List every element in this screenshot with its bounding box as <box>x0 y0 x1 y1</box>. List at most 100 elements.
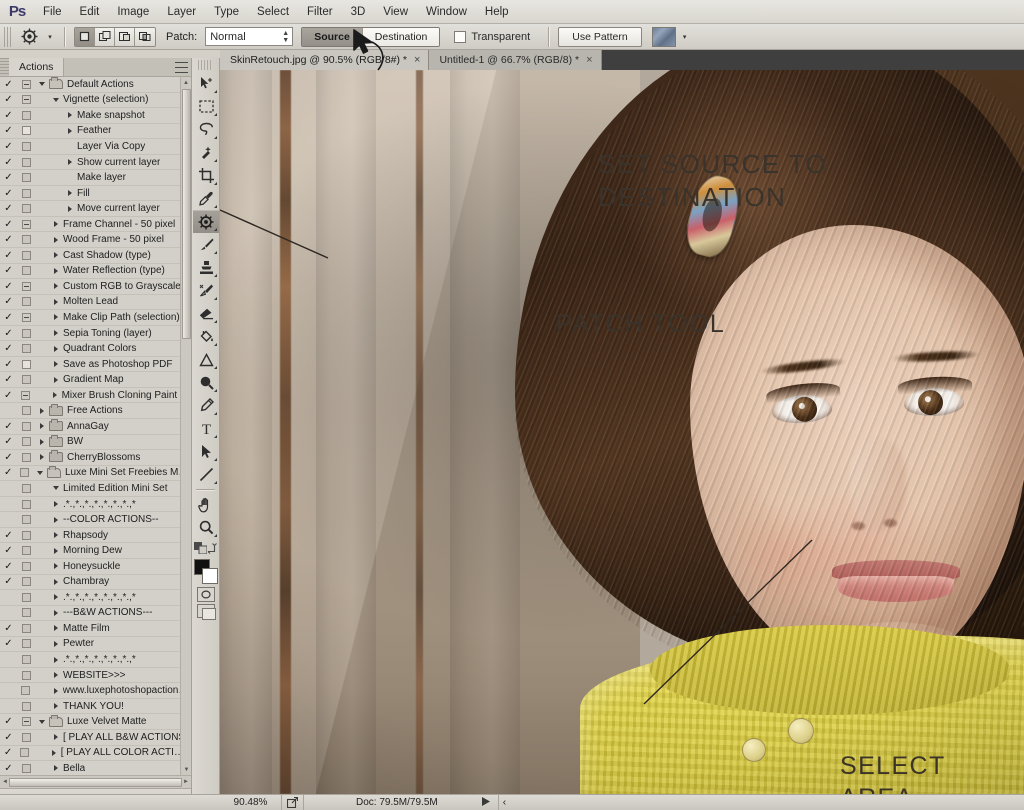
expand-triangle-right-icon[interactable] <box>47 749 60 756</box>
close-icon[interactable]: × <box>414 54 420 66</box>
action-row[interactable]: Free Actions <box>0 403 191 420</box>
menu-view[interactable]: View <box>374 0 417 24</box>
action-row[interactable]: ✓ Luxe Velvet Matte <box>0 714 191 730</box>
action-toggle-checkbox[interactable]: ✓ <box>0 732 17 743</box>
action-row[interactable]: ✓ Feather <box>0 124 191 140</box>
action-toggle-checkbox[interactable]: ✓ <box>0 312 17 323</box>
action-row[interactable]: ✓ Luxe Mini Set Freebies May... <box>0 465 191 482</box>
action-dialog-toggle[interactable] <box>17 141 35 151</box>
action-toggle-checkbox[interactable]: ✓ <box>0 110 17 121</box>
action-dialog-toggle[interactable] <box>17 328 35 338</box>
pattern-chevron-icon[interactable]: ▾ <box>680 33 690 41</box>
action-row[interactable]: ✓ Water Reflection (type) <box>0 264 191 280</box>
h-scroll-left-icon[interactable]: ◄ <box>2 779 8 785</box>
crop-tool[interactable] <box>193 164 219 187</box>
action-row[interactable]: ✓ Cast Shadow (type) <box>0 248 191 264</box>
expand-triangle-right-icon[interactable] <box>63 190 77 197</box>
action-dialog-toggle[interactable] <box>17 406 35 416</box>
action-row[interactable]: .*.,*.,*.,*.,*.,*.,*.,* <box>0 652 191 668</box>
zoom-tool[interactable] <box>193 516 219 539</box>
menu-file[interactable]: File <box>34 0 71 24</box>
action-toggle-checkbox[interactable]: ✓ <box>0 328 17 339</box>
action-row[interactable]: ✓ Wood Frame - 50 pixel <box>0 232 191 249</box>
use-pattern-button[interactable]: Use Pattern <box>558 26 642 47</box>
action-row[interactable]: ✓ Custom RGB to Grayscale <box>0 279 191 295</box>
action-toggle-checkbox[interactable]: ✓ <box>0 281 17 292</box>
action-toggle-checkbox[interactable]: ✓ <box>0 390 17 401</box>
expand-triangle-right-icon[interactable] <box>63 127 77 134</box>
action-toggle-checkbox[interactable]: ✓ <box>0 172 17 183</box>
expand-triangle-right-icon[interactable] <box>35 438 49 445</box>
action-toggle-checkbox[interactable]: ✓ <box>0 561 17 572</box>
scrollbar-thumb[interactable] <box>182 89 191 339</box>
action-toggle-checkbox[interactable]: ✓ <box>0 421 17 432</box>
action-dialog-toggle[interactable] <box>17 173 35 183</box>
tools-panel-grip[interactable] <box>198 60 213 70</box>
action-dialog-toggle[interactable] <box>17 732 35 742</box>
action-row[interactable]: ✓ BW <box>0 434 191 451</box>
action-dialog-toggle[interactable] <box>17 390 34 400</box>
action-toggle-checkbox[interactable]: ✓ <box>0 188 17 199</box>
new-selection-button[interactable] <box>75 27 95 46</box>
action-toggle-checkbox[interactable]: ✓ <box>0 623 17 634</box>
expand-triangle-right-icon[interactable] <box>49 609 63 616</box>
action-dialog-toggle[interactable] <box>17 577 35 587</box>
zoom-level[interactable]: 90.48% <box>220 794 282 810</box>
tool-preset-chevron-icon[interactable]: ▾ <box>45 33 55 41</box>
action-toggle-checkbox[interactable]: ✓ <box>0 467 16 478</box>
lasso-tool[interactable] <box>193 118 219 141</box>
action-row[interactable]: ✓ Vignette (selection) <box>0 93 191 109</box>
action-dialog-toggle[interactable] <box>17 297 35 307</box>
action-toggle-checkbox[interactable]: ✓ <box>0 265 17 276</box>
action-toggle-checkbox[interactable]: ✓ <box>0 234 17 245</box>
expand-triangle-right-icon[interactable] <box>35 407 49 414</box>
patch-mode-stepper-icon[interactable]: ▲ ▼ <box>282 30 289 44</box>
h-scrollbar-thumb[interactable] <box>8 777 183 787</box>
action-toggle-checkbox[interactable]: ✓ <box>0 79 17 90</box>
menu-help[interactable]: Help <box>476 0 518 24</box>
action-toggle-checkbox[interactable]: ✓ <box>0 359 17 370</box>
pen-tool[interactable] <box>193 394 219 417</box>
rectangular-marquee-tool[interactable] <box>193 95 219 118</box>
action-row[interactable]: ✓ Bella <box>0 761 191 775</box>
action-dialog-toggle[interactable] <box>17 670 35 680</box>
action-dialog-toggle[interactable] <box>17 763 35 773</box>
action-row[interactable]: ✓ Matte Film <box>0 621 191 637</box>
scroll-up-icon[interactable]: ▲ <box>181 77 191 88</box>
action-dialog-toggle[interactable] <box>17 375 35 385</box>
action-dialog-toggle[interactable] <box>17 515 35 525</box>
move-tool[interactable] <box>193 72 219 95</box>
action-toggle-checkbox[interactable]: ✓ <box>0 157 17 168</box>
action-dialog-toggle[interactable] <box>17 452 35 462</box>
action-row[interactable]: ✓ Chambray <box>0 575 191 591</box>
action-toggle-checkbox[interactable]: ✓ <box>0 203 17 214</box>
action-toggle-checkbox[interactable]: ✓ <box>0 94 17 105</box>
patch-tool[interactable] <box>193 210 219 233</box>
expand-triangle-right-icon[interactable] <box>49 298 63 305</box>
expand-triangle-right-icon[interactable] <box>63 159 77 165</box>
tab-actions[interactable]: Actions <box>9 58 65 76</box>
action-row[interactable]: ✓ Molten Lead <box>0 295 191 311</box>
action-dialog-toggle[interactable] <box>17 546 35 556</box>
expand-triangle-right-icon[interactable] <box>63 112 77 119</box>
close-icon[interactable]: × <box>586 54 592 66</box>
action-row[interactable]: ✓ Default Actions <box>0 77 191 93</box>
path-selection-tool[interactable] <box>193 440 219 463</box>
action-toggle-checkbox[interactable]: ✓ <box>0 545 17 556</box>
action-dialog-toggle[interactable] <box>17 204 35 214</box>
action-row[interactable]: ✓ Mixer Brush Cloning Paint S... <box>0 388 191 404</box>
action-row[interactable]: ✓ Sepia Toning (layer) <box>0 326 191 342</box>
action-dialog-toggle[interactable] <box>17 483 35 493</box>
hand-tool[interactable] <box>193 493 219 516</box>
action-dialog-toggle[interactable] <box>17 686 35 696</box>
patch-tool-icon[interactable] <box>17 26 41 48</box>
quick-swatch-icon[interactable] <box>194 542 208 557</box>
action-row[interactable]: ✓ [ PLAY ALL COLOR ACTION... <box>0 746 191 762</box>
action-toggle-checkbox[interactable]: ✓ <box>0 763 17 774</box>
expand-triangle-right-icon[interactable] <box>49 734 63 741</box>
expand-triangle-right-icon[interactable] <box>49 283 63 290</box>
expand-triangle-right-icon[interactable] <box>49 703 63 710</box>
expand-triangle-right-icon[interactable] <box>49 656 63 663</box>
action-row[interactable]: .*.,*.,*.,*.,*.,*.,*.,* <box>0 497 191 513</box>
action-dialog-toggle[interactable] <box>17 437 35 447</box>
